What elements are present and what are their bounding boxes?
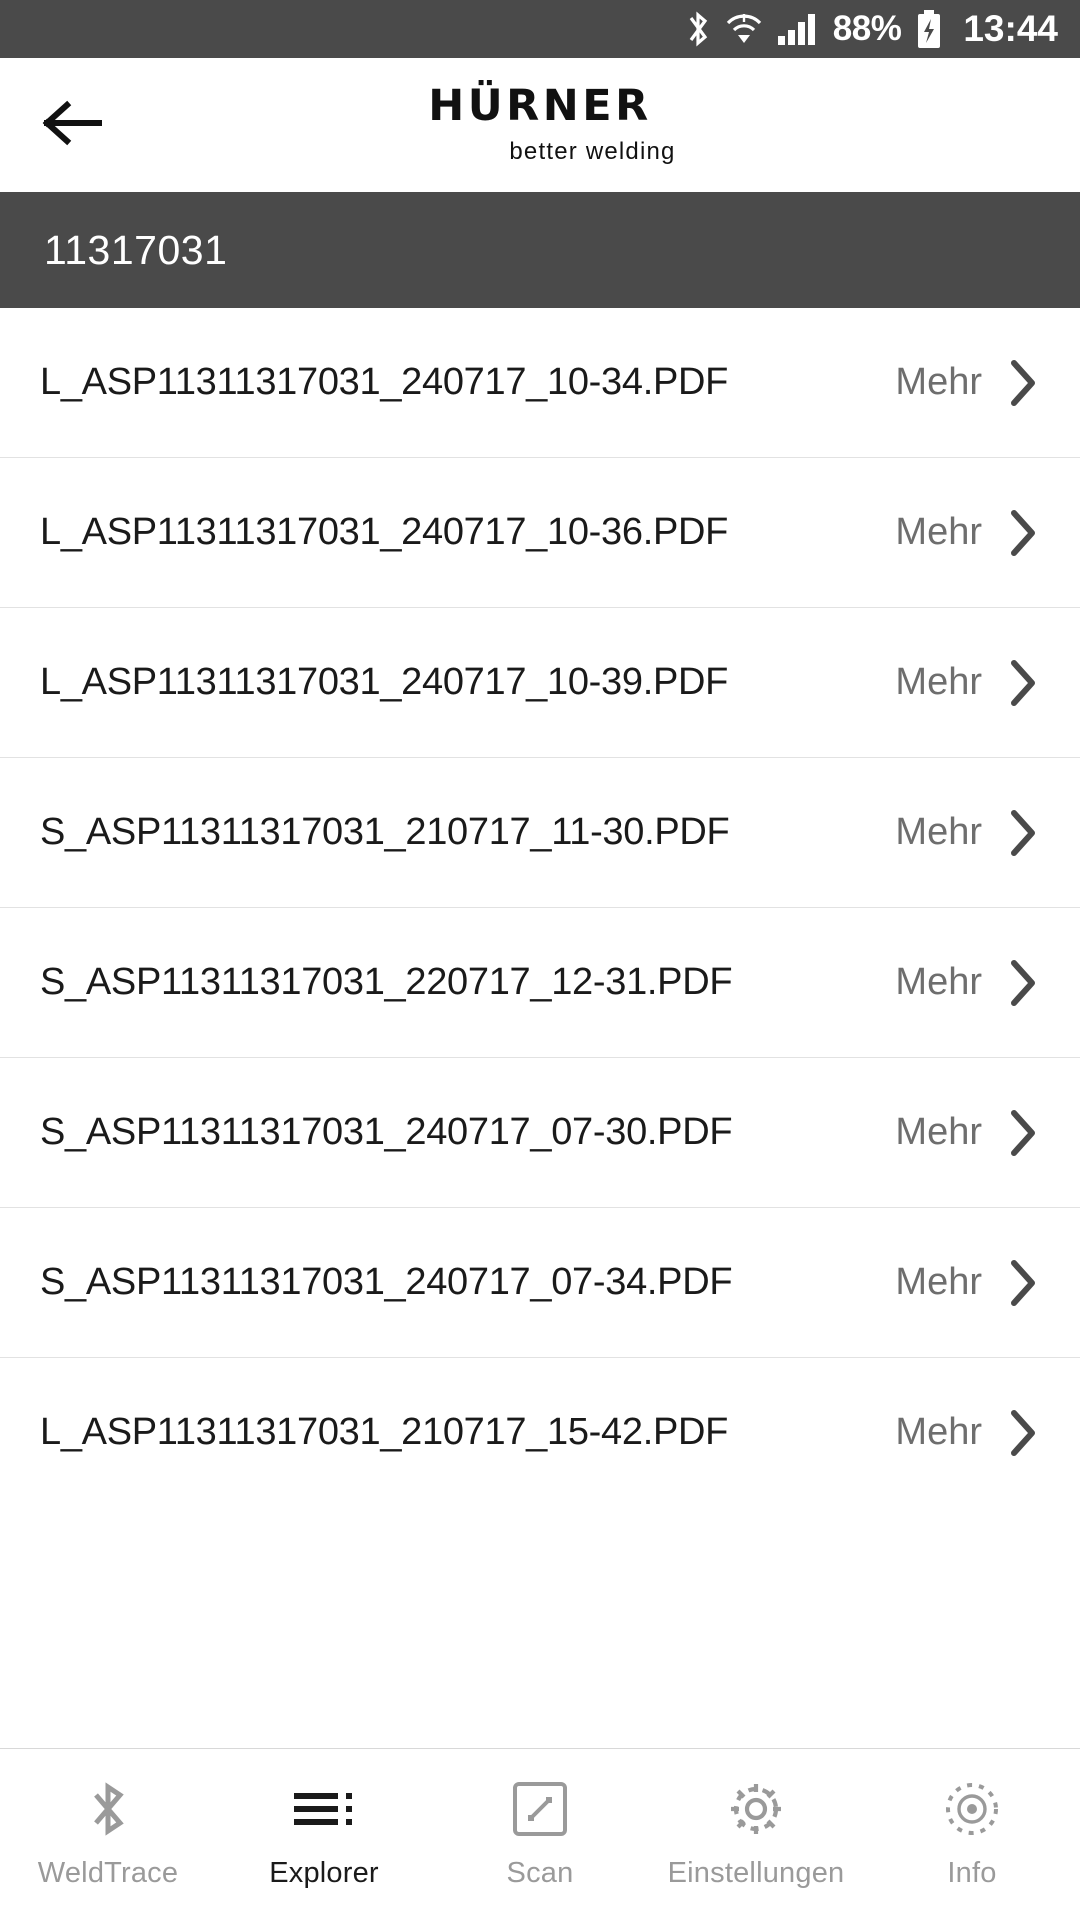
nav-label: WeldTrace [37,1857,179,1889]
info-dotted-circle-icon [943,1779,1001,1839]
battery-charging-icon [915,9,943,49]
more-label[interactable]: Mehr [895,961,982,1004]
list-item[interactable]: L_ASP11311317031_240717_10-36.PDF Mehr [0,458,1080,608]
chevron-right-icon[interactable] [1006,1108,1040,1158]
file-name: S_ASP11311317031_220717_12-31.PDF [40,961,733,1003]
list-item[interactable]: S_ASP11311317031_220717_12-31.PDF Mehr [0,908,1080,1058]
file-name: S_ASP11311317031_240717_07-34.PDF [40,1261,733,1303]
nav-label: Explorer [269,1857,379,1889]
section-title-bar: 11317031 [0,192,1080,308]
section-title: 11317031 [44,226,228,273]
gear-icon [726,1779,786,1839]
bluetooth-icon [685,10,711,48]
cellular-signal-icon [777,12,819,46]
chevron-right-icon[interactable] [1006,958,1040,1008]
list-item[interactable]: L_ASP11311317031_240717_10-39.PDF Mehr [0,608,1080,758]
chevron-right-icon[interactable] [1006,1258,1040,1308]
file-name: S_ASP11311317031_210717_11-30.PDF [40,811,730,853]
file-name: L_ASP11311317031_240717_10-34.PDF [40,361,729,403]
list-icon [294,1779,354,1839]
file-list[interactable]: L_ASP11311317031_240717_10-34.PDF Mehr L… [0,308,1080,1493]
nav-item-einstellungen[interactable]: Einstellungen [648,1749,864,1920]
nav-item-info[interactable]: Info [864,1749,1080,1920]
nav-item-explorer[interactable]: Explorer [216,1749,432,1920]
file-name: L_ASP11311317031_210717_15-42.PDF [40,1411,729,1453]
nav-item-weldtrace[interactable]: WeldTrace [0,1749,216,1920]
brand-logo: HÜRNER better welding [0,80,1080,166]
list-item[interactable]: S_ASP11311317031_240717_07-30.PDF Mehr [0,1058,1080,1208]
chevron-right-icon[interactable] [1006,358,1040,408]
file-name: S_ASP11311317031_240717_07-30.PDF [40,1111,733,1153]
bottom-navigation: WeldTrace Explorer Scan Einstellungen In… [0,1748,1080,1920]
list-item[interactable]: L_ASP11311317031_210717_15-42.PDF Mehr [0,1358,1080,1493]
wifi-icon [725,12,763,46]
more-label[interactable]: Mehr [895,1261,982,1304]
scan-frame-icon [512,1779,568,1839]
list-item[interactable]: S_ASP11311317031_210717_11-30.PDF Mehr [0,758,1080,908]
chevron-right-icon[interactable] [1006,508,1040,558]
more-label[interactable]: Mehr [895,361,982,404]
nav-label: Scan [506,1857,574,1889]
file-name: L_ASP11311317031_240717_10-36.PDF [40,511,729,553]
list-item[interactable]: S_ASP11311317031_240717_07-34.PDF Mehr [0,1208,1080,1358]
bluetooth-icon [87,1779,129,1839]
back-arrow-icon [39,99,103,152]
more-label[interactable]: Mehr [895,511,982,554]
chevron-right-icon[interactable] [1006,658,1040,708]
file-name: L_ASP11311317031_240717_10-39.PDF [40,661,729,703]
battery-percent-label: 88% [832,9,902,48]
chevron-right-icon[interactable] [1006,1408,1040,1458]
list-item[interactable]: L_ASP11311317031_240717_10-34.PDF Mehr [0,308,1080,458]
more-label[interactable]: Mehr [895,661,982,704]
brand-tagline: better welding [509,137,676,165]
back-button[interactable] [36,90,106,160]
nav-label: Info [947,1857,997,1889]
more-label[interactable]: Mehr [895,1111,982,1154]
nav-label: Einstellungen [667,1857,845,1889]
chevron-right-icon[interactable] [1006,808,1040,858]
more-label[interactable]: Mehr [895,1411,982,1454]
nav-item-scan[interactable]: Scan [432,1749,648,1920]
status-bar: 88% 13:44 [0,0,1080,58]
more-label[interactable]: Mehr [895,811,982,854]
status-clock: 13:44 [963,8,1058,49]
app-header: HÜRNER better welding [0,58,1080,192]
brand-name: HÜRNER [428,80,652,131]
